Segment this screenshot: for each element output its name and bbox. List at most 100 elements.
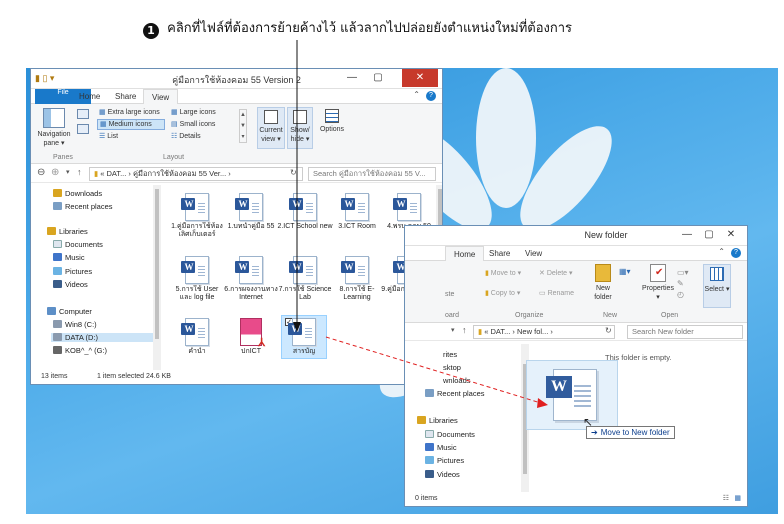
nav-item-libraries[interactable]: Libraries [47,227,88,236]
nav-item-pictures[interactable]: Pictures [425,456,464,465]
nav-item-recent-places[interactable]: Recent places [53,202,113,211]
word-document-icon: W [546,369,597,421]
ribbon-collapse-icon[interactable]: ⌃ [413,90,420,99]
nav-item-recent-places[interactable]: Recent places [425,389,485,398]
nav-item-pictures[interactable]: Pictures [53,267,92,276]
word-document-icon: W [341,256,369,284]
file-item[interactable]: W 6.การผจงงานทาง Internet [223,256,279,302]
file-item[interactable]: W 3.ICT Room [329,193,385,231]
navigation-pane: rites sktop wnloads Recent places Librar… [405,344,525,494]
tab-share[interactable]: Share [107,89,144,104]
layout-large-icons[interactable]: ▦ Large icons [171,108,216,117]
file-item[interactable]: W 1.คู่มือการใช้ห้องเลิศเก็บเตอร์ [169,193,225,239]
navigation-pane: Downloads Recent places Libraries Docume… [31,185,159,373]
recent-locations-icon[interactable]: ▾ [66,168,70,176]
nav-item-computer[interactable]: Computer [47,307,92,316]
nav-item-desktop[interactable]: sktop [443,363,461,372]
group-layout: Layout [163,154,185,161]
item-count: 0 items [415,495,438,502]
options-button[interactable]: Options [317,107,347,134]
nav-item-libraries[interactable]: Libraries [417,416,458,425]
explorer-window-source[interactable]: ▮ ▯ ▾ คู่มือการใช้ห้องคอม 55 Version 2 —… [30,68,443,385]
nav-item-videos[interactable]: Videos [425,470,460,479]
copy-to-button[interactable]: ▮ Copy to ▾ [485,289,520,298]
help-icon[interactable]: ? [426,91,436,101]
nav-scrollbar[interactable] [153,185,161,371]
delete-button[interactable]: ✕ Delete ▾ [539,269,573,278]
recent-locations-icon[interactable]: ▾ [451,326,455,334]
title-bar[interactable]: New folder — ▢ ✕ [405,226,747,246]
nav-item-music[interactable]: Music [53,253,85,262]
properties-button[interactable]: ✔ Properties ▾ [641,264,675,302]
group-clipboard-fragment: oard [445,312,460,319]
show-hide-button[interactable]: Show/ hide ▾ [287,107,313,149]
help-icon[interactable]: ? [731,248,741,258]
preview-pane-icon[interactable] [77,109,89,119]
nav-item-kob-g[interactable]: KOB^_^ (G:) [53,346,107,355]
navigation-pane-button[interactable]: Navigation pane ▾ [37,108,71,148]
tab-view[interactable]: View [517,246,550,261]
new-item-icon[interactable]: ▦▾ [619,267,631,276]
nav-item-win8-c[interactable]: Win8 (C:) [53,320,97,329]
nav-item-documents[interactable]: Documents [425,430,475,439]
layout-scroll-arrows[interactable]: ▲ ▼ ▾ [239,109,247,143]
select-button[interactable]: Select ▾ [703,264,731,308]
nav-item-videos[interactable]: Videos [53,280,88,289]
large-icons-view-icon[interactable]: ▦ [734,492,741,506]
file-item[interactable]: W 1.บทนำคู่มือ 55 [223,193,279,231]
open-item-icons[interactable]: ▭▾ ✎ ◴ [677,267,689,300]
refresh-icon[interactable]: ↻ [605,326,612,335]
drive-icon [53,320,62,328]
maximize-button[interactable]: ▢ [697,226,721,244]
file-item[interactable]: W คำนำ [169,318,225,356]
refresh-icon[interactable]: ↻ [290,168,297,177]
nav-item-favorites[interactable]: rites [443,350,457,359]
close-button[interactable]: ✕ [719,226,743,244]
show-hide-icon [293,110,307,124]
details-pane-icon[interactable] [77,124,89,134]
file-item[interactable]: W 8.การใช้ E-Learning [329,256,385,302]
nav-item-downloads[interactable]: Downloads [53,189,102,198]
tab-home[interactable]: Home [445,246,485,261]
address-bar[interactable]: ▮ « DAT... › คู่มือการใช้ห้องคอม 55 Ver.… [89,167,303,181]
nav-item-music[interactable]: Music [425,443,457,452]
rename-button[interactable]: ▭ Rename [539,289,574,298]
tab-view[interactable]: View [143,89,179,104]
current-view-button[interactable]: Current view ▾ [257,107,285,149]
search-input[interactable]: Search คู่มือการใช้ห้องคอม 55 V... [308,167,436,181]
word-document-icon: W [341,193,369,221]
file-item[interactable]: W 7.การใช้ Science Lab [277,256,333,302]
minimize-button[interactable]: — [675,226,699,244]
file-item[interactable]: W 5.การใช้ User และ log file [169,256,225,302]
maximize-button[interactable]: ▢ [366,69,390,87]
up-icon[interactable]: ↑ [462,325,467,335]
ribbon-collapse-icon[interactable]: ⌃ [718,247,725,256]
music-icon [425,443,434,451]
nav-item-downloads[interactable]: wnloads [443,376,471,385]
file-item-selected[interactable]: ✓ W สารบัญ [281,315,327,359]
move-to-button[interactable]: ▮ Move to ▾ [485,269,521,278]
new-folder-button[interactable]: New folder [589,264,617,302]
navigation-pane-icon [43,108,65,128]
tab-home[interactable]: Home [71,89,108,104]
layout-details[interactable]: ☷ Details [171,132,201,141]
layout-small-icons[interactable]: ▤ Small icons [171,120,215,129]
up-icon[interactable]: ↑ [77,167,82,177]
file-item[interactable]: W 2.ICT School new [277,193,333,231]
nav-item-data-d[interactable]: DATA (D:) [51,333,155,342]
forward-icon[interactable]: ⊕ [51,167,59,178]
address-bar-row: ▾ ↑ ▮ « DAT... › New fol... › ↻ Search N… [405,323,747,341]
close-button[interactable]: ✕ [402,69,438,87]
layout-extra-large-icons[interactable]: ▦ Extra large icons [99,108,160,117]
layout-medium-icons[interactable]: ▦ Medium icons [97,119,165,130]
nav-item-documents[interactable]: Documents [53,240,103,249]
back-icon[interactable]: ⊖ [37,167,45,178]
tab-share[interactable]: Share [481,246,518,261]
minimize-button[interactable]: — [340,69,364,87]
layout-list[interactable]: ☰ List [99,132,118,141]
file-item[interactable]: ⅄ ปกICT [223,318,279,356]
title-bar[interactable]: ▮ ▯ ▾ คู่มือการใช้ห้องคอม 55 Version 2 —… [31,69,442,89]
address-bar[interactable]: ▮ « DAT... › New fol... › [473,325,615,339]
details-view-icon[interactable]: ☷ [723,492,729,506]
search-input[interactable]: Search New folder [627,325,743,339]
